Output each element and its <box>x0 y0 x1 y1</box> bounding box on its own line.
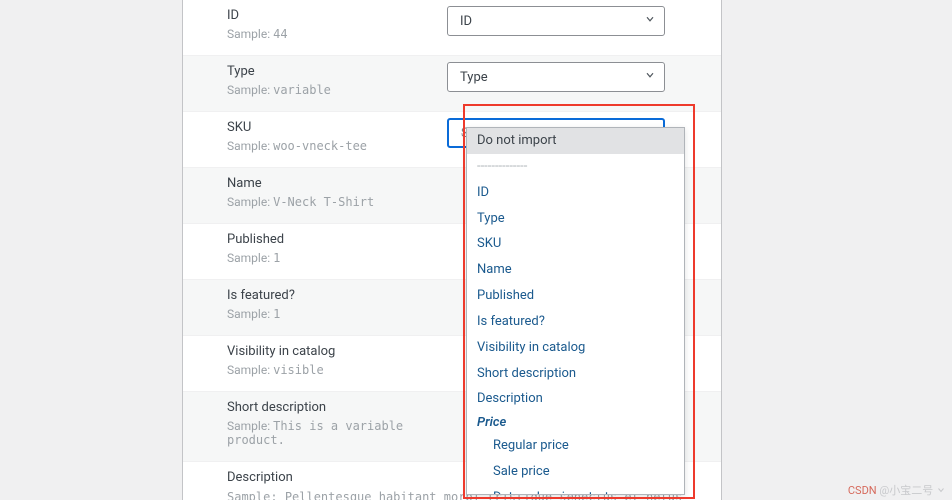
mapping-select-id[interactable]: ID <box>447 6 665 36</box>
chevron-down-icon <box>644 69 656 85</box>
field-sample: Sample: 1 <box>227 307 439 321</box>
dropdown-group-price: Price <box>467 412 684 433</box>
dropdown-option-id[interactable]: ID <box>467 180 684 206</box>
dropdown-option-published[interactable]: Published <box>467 283 684 309</box>
field-sample: Sample: 44 <box>227 27 439 41</box>
dropdown-option-visibility[interactable]: Visibility in catalog <box>467 335 684 361</box>
field-label: Name <box>227 176 439 191</box>
field-label: Is featured? <box>227 288 439 303</box>
field-label: Short description <box>227 400 439 415</box>
watermark: CSDN @小宝二号 <box>848 482 946 498</box>
dropdown-option-is-featured[interactable]: Is featured? <box>467 309 684 335</box>
field-label: SKU <box>227 120 439 135</box>
dropdown-option-type[interactable]: Type <box>467 206 684 232</box>
field-label: Published <box>227 232 439 247</box>
field-label: Visibility in catalog <box>227 344 439 359</box>
field-sample: Sample: variable <box>227 83 439 97</box>
chevron-down-icon <box>644 13 656 29</box>
field-sample: Sample: V-Neck T-Shirt <box>227 195 439 209</box>
select-value: ID <box>460 14 472 29</box>
field-label: Type <box>227 64 439 79</box>
dropdown-option-description[interactable]: Description <box>467 386 684 412</box>
field-sample: Sample: This is a variable product. <box>227 419 439 447</box>
field-sample: Sample: visible <box>227 363 439 377</box>
field-row-type: Type Sample: variable Type <box>183 56 721 112</box>
dropdown-option-sku[interactable]: SKU <box>467 231 684 257</box>
dropdown-option-short-description[interactable]: Short description <box>467 361 684 387</box>
dropdown-option-regular-price[interactable]: Regular price <box>467 433 684 459</box>
field-row-id: ID Sample: 44 ID <box>183 0 721 56</box>
dropdown-separator: -------------- <box>467 154 684 180</box>
mapping-select-type[interactable]: Type <box>447 62 665 92</box>
field-sample: Sample: 1 <box>227 251 439 265</box>
field-label: ID <box>227 8 439 23</box>
select-value: Type <box>460 70 488 85</box>
field-sample: Sample: woo-vneck-tee <box>227 139 439 153</box>
mapping-dropdown-list[interactable]: Do not import -------------- ID Type SKU… <box>467 128 684 495</box>
dropdown-option-do-not-import[interactable]: Do not import <box>467 128 684 154</box>
dropdown-option-sale-price[interactable]: Sale price <box>467 459 684 485</box>
dropdown-option-name[interactable]: Name <box>467 257 684 283</box>
dropdown-option-date-sale-starts[interactable]: Date sale price starts <box>467 485 684 495</box>
mapping-dropdown: Do not import -------------- ID Type SKU… <box>466 127 685 495</box>
